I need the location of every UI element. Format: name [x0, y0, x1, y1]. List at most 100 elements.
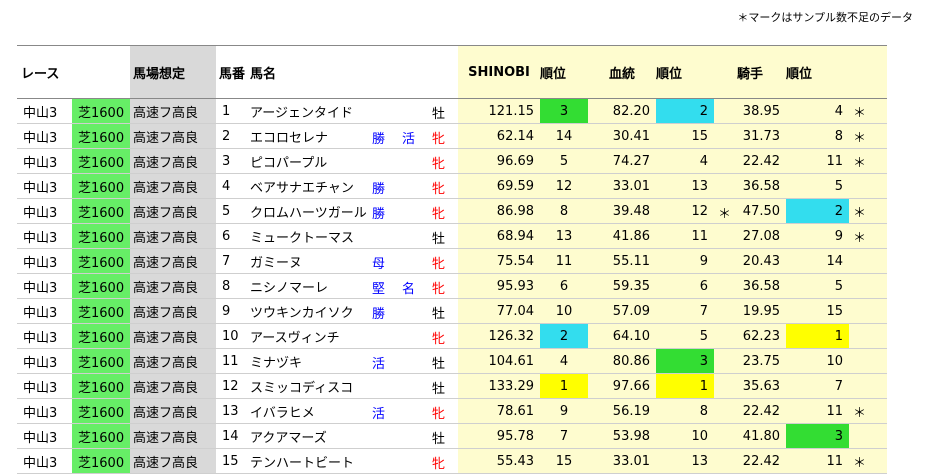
course-cell: 芝1600 — [72, 348, 131, 374]
jockey-score: 22.42 — [714, 148, 787, 174]
shinobi-score: 69.59 — [458, 173, 541, 199]
race-cell: 中山3 — [17, 248, 72, 274]
shinobi-rank: 1 — [540, 373, 589, 399]
horse-name-cell: ベアサナエチャン — [250, 173, 369, 199]
blood-score: 97.66 — [588, 373, 657, 399]
jockey-rank: 11 — [786, 148, 850, 174]
shinobi-score: 126.32 — [458, 323, 541, 349]
blood-score: 53.98 — [588, 423, 657, 449]
header-rank-blood: 順位 — [656, 45, 715, 99]
flags-cell: 牝 — [368, 448, 459, 474]
shinobi-score: 68.94 — [458, 223, 541, 249]
jockey-score: 22.42 — [714, 448, 787, 474]
blood-sample-mark: ＊ — [718, 207, 732, 222]
table-row: 中山3 芝1600 高速フ高良 7 ガミーヌ母牝 75.54 11 55.11 9 20.43 14 — [17, 248, 888, 274]
horse-number-cell: 5 — [216, 198, 251, 224]
horse-number-cell: 7 — [216, 248, 251, 274]
horse-name-cell: アースヴィンチ — [250, 323, 369, 349]
table-row: 中山3 芝1600 高速フ高良 15 テンハートビート牝 55.43 15 33.01 13 22… — [17, 448, 888, 474]
header-blood: 血統 — [588, 45, 657, 99]
shinobi-rank: 2 — [540, 323, 589, 349]
header-number: 馬番 — [216, 45, 251, 99]
jockey-score: 41.80 — [714, 423, 787, 449]
sex-label: 牝 — [432, 257, 446, 272]
shinobi-rank: 5 — [540, 148, 589, 174]
shinobi-rank: 11 — [540, 248, 589, 274]
course-cell: 芝1600 — [72, 223, 131, 249]
jockey-score: 19.95 — [714, 298, 787, 324]
race-cell: 中山3 — [17, 448, 72, 474]
table-row: 中山3 芝1600 高速フ高良 4 ベアサナエチャン勝牝 69.59 12 33.01 13 36… — [17, 173, 888, 199]
blood-score: 64.10 — [588, 323, 657, 349]
jockey-rank: 11 — [786, 448, 850, 474]
sex-label: 牝 — [432, 157, 446, 172]
race-cell: 中山3 — [17, 373, 72, 399]
jockey-score: 27.08 — [714, 223, 787, 249]
header-condition: 馬場想定 — [130, 45, 217, 99]
course-cell: 芝1600 — [72, 173, 131, 199]
horse-name-cell: ツウキンカイソク — [250, 298, 369, 324]
flags-cell: 勝牝 — [368, 173, 459, 199]
jockey-score: 38.95 — [714, 98, 787, 124]
blood-rank-value: 3 — [699, 353, 709, 369]
blood-rank-value: 13 — [691, 453, 709, 469]
header-name: 馬名 — [250, 45, 369, 99]
blood-score: 56.19 — [588, 398, 657, 424]
horse-number-cell: 11 — [216, 348, 251, 374]
blood-rank: 4 — [656, 148, 715, 174]
blood-rank: 13 — [656, 448, 715, 474]
jockey-rank: 7 — [786, 373, 850, 399]
flag-1: 勝 — [372, 182, 386, 197]
shinobi-rank: 10 — [540, 298, 589, 324]
horse-name-cell: アージェンタイド — [250, 98, 369, 124]
sex-label: 牝 — [432, 332, 446, 347]
blood-rank: 3 — [656, 348, 715, 374]
shinobi-rank: 15 — [540, 448, 589, 474]
flag-1: 勝 — [372, 307, 386, 322]
blood-score: 57.09 — [588, 298, 657, 324]
flag-1: 活 — [372, 407, 386, 422]
jockey-rank: 14 — [786, 248, 850, 274]
blood-rank-value: 9 — [699, 253, 709, 269]
flag-1: 活 — [372, 357, 386, 372]
blood-rank-value: 4 — [699, 153, 709, 169]
horse-number-cell: 15 — [216, 448, 251, 474]
horse-number-cell: 3 — [216, 148, 251, 174]
blood-rank-value: 10 — [691, 428, 709, 444]
race-cell: 中山3 — [17, 323, 72, 349]
shinobi-score: 86.98 — [458, 198, 541, 224]
race-table-body: 中山3 芝1600 高速フ高良 1 アージェンタイド牡 121.15 3 82.20 2 38.9… — [17, 98, 888, 474]
condition-cell: 高速フ高良 — [130, 223, 217, 249]
table-row: 中山3 芝1600 高速フ高良 6 ミュークトーマス 牡 68.94 13 41.86 11 27.… — [17, 223, 888, 249]
flag-2: 活 — [402, 132, 416, 147]
sample-mark — [849, 298, 888, 324]
shinobi-score: 121.15 — [458, 98, 541, 124]
header-mark — [849, 45, 888, 99]
condition-cell: 高速フ高良 — [130, 448, 217, 474]
horse-name-cell: テンハートビート — [250, 448, 369, 474]
condition-cell: 高速フ高良 — [130, 298, 217, 324]
horse-number-cell: 2 — [216, 123, 251, 149]
jockey-score: 22.42 — [714, 398, 787, 424]
blood-rank: 13 — [656, 173, 715, 199]
shinobi-rank: 4 — [540, 348, 589, 374]
flags-cell: 牝 — [368, 323, 459, 349]
shinobi-score: 75.54 — [458, 248, 541, 274]
flags-cell: 勝牡 — [368, 298, 459, 324]
blood-score: 82.20 — [588, 98, 657, 124]
course-cell: 芝1600 — [72, 273, 131, 299]
table-row: 中山3 芝1600 高速フ高良 9 ツウキンカイソク勝牡 77.04 10 57.09 7 19.… — [17, 298, 888, 324]
sample-mark: ＊ — [849, 123, 888, 149]
jockey-score: 20.43 — [714, 248, 787, 274]
shinobi-score: 96.69 — [458, 148, 541, 174]
condition-cell: 高速フ高良 — [130, 273, 217, 299]
blood-rank: 2 — [656, 98, 715, 124]
flags-cell: 活牝 — [368, 398, 459, 424]
jockey-score: 35.63 — [714, 373, 787, 399]
course-cell: 芝1600 — [72, 248, 131, 274]
sample-mark — [849, 373, 888, 399]
sample-mark — [849, 423, 888, 449]
sample-note: ＊マークはサンプル数不足のデータ — [737, 11, 913, 24]
blood-score: 80.86 — [588, 348, 657, 374]
flags-cell: 堅名牝 — [368, 273, 459, 299]
